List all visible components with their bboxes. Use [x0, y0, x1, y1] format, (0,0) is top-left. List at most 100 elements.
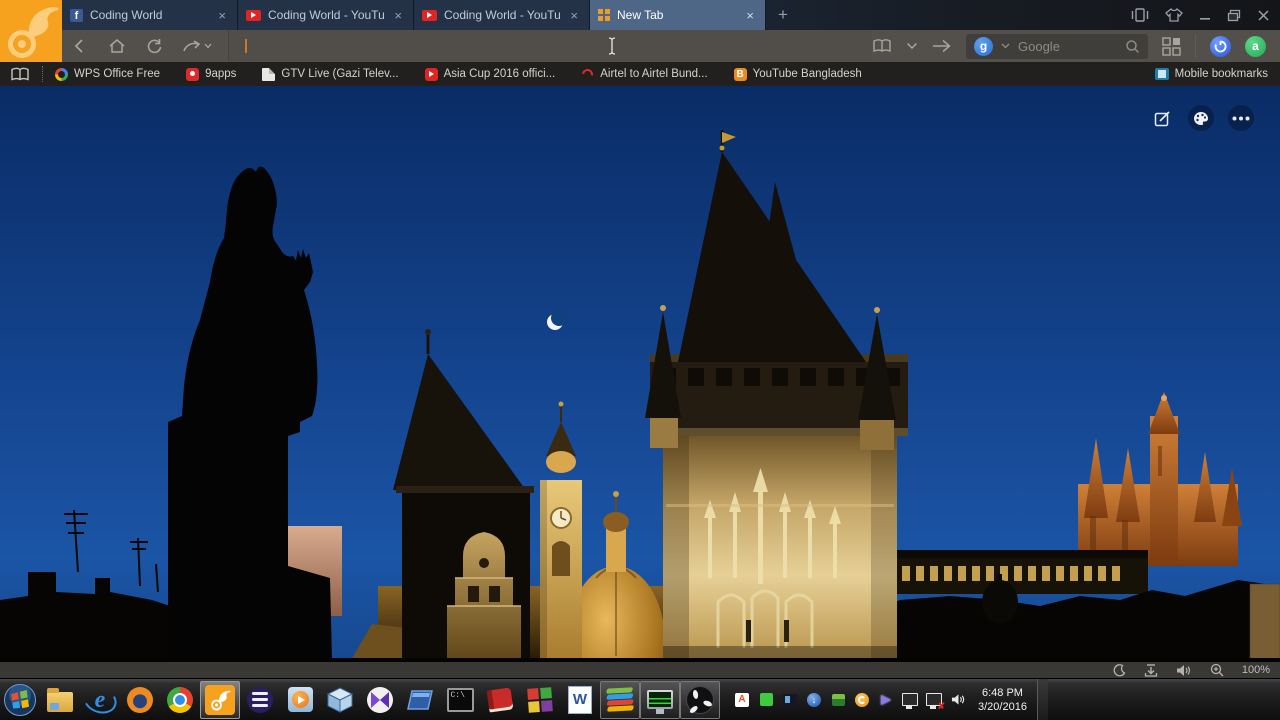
zoom-in-icon[interactable] — [1210, 663, 1224, 677]
theme-button[interactable] — [1188, 105, 1214, 131]
tab-title: Coding World - YouTu — [268, 8, 384, 22]
boss-key-icon[interactable] — [1131, 8, 1149, 22]
skin-tshirt-icon[interactable] — [1165, 8, 1183, 22]
taskbar-uc-browser-active[interactable] — [200, 681, 240, 719]
toolbar-right-cluster: g Google a — [872, 34, 1280, 59]
bookmark-airtel[interactable]: Airtel to Airtel Bund... — [581, 68, 707, 81]
forward-redo-icon[interactable] — [183, 39, 201, 53]
minimize-icon[interactable] — [1199, 9, 1211, 21]
taskbar-screen-recorder-running[interactable] — [640, 681, 680, 719]
tray-bluestacks[interactable] — [830, 692, 846, 708]
show-desktop-button[interactable] — [1037, 679, 1048, 720]
taskbar-internet-explorer[interactable]: e — [80, 680, 120, 720]
taskbar-visual-studio[interactable] — [400, 680, 440, 720]
prague-night-wallpaper — [0, 86, 1280, 662]
tray-avro-keyboard[interactable]: A — [734, 692, 750, 708]
taskbar-clock[interactable]: 6:48 PM 3/20/2016 — [978, 686, 1027, 714]
download-icon[interactable] — [1144, 664, 1158, 677]
tab-coding-world-facebook[interactable]: f Coding World × — [62, 0, 238, 30]
bookmark-label: WPS Office Free — [74, 68, 160, 80]
sound-icon[interactable] — [1176, 664, 1192, 677]
start-button[interactable] — [0, 680, 40, 720]
uc-browser-logo-icon[interactable] — [0, 0, 62, 62]
taskbar-virtualbox[interactable] — [320, 680, 360, 720]
tab-coding-world-youtube-1[interactable]: Coding World - YouTu × — [238, 0, 414, 30]
go-arrow-icon[interactable] — [932, 39, 952, 53]
taskbar-eclipse[interactable] — [240, 680, 280, 720]
tab-title: Coding World - YouTu — [444, 8, 560, 22]
edit-wallpaper-button[interactable] — [1149, 105, 1175, 131]
uc-squirrel-glyph — [0, 0, 62, 62]
taskbar-firefox[interactable] — [120, 680, 160, 720]
uc-browser-window: f Coding World × Coding World - YouTu × … — [0, 0, 1280, 720]
search-engine-icon[interactable]: g — [974, 37, 993, 56]
bluestacks-icon — [606, 687, 633, 711]
bookmark-label: GTV Live (Gazi Telev... — [281, 68, 398, 80]
maximize-icon[interactable] — [1227, 9, 1241, 22]
bookmark-9apps[interactable]: 9apps — [186, 68, 236, 81]
night-mode-icon[interactable] — [1113, 664, 1126, 677]
tab-close-icon[interactable]: × — [215, 8, 229, 23]
refresh-icon[interactable] — [146, 38, 163, 54]
reading-mode-book-icon[interactable] — [872, 38, 892, 54]
bookmark-asia-cup[interactable]: Asia Cup 2016 offici... — [425, 68, 556, 81]
tray-volume[interactable] — [950, 692, 966, 708]
tab-title: Coding World — [90, 8, 208, 22]
more-options-button[interactable] — [1228, 105, 1254, 131]
cloud-boost-icon[interactable] — [1210, 36, 1231, 57]
bookmarks-dotted-divider — [42, 66, 43, 82]
bookmark-youtube-bangladesh[interactable]: B YouTube Bangladesh — [734, 68, 862, 81]
volume-icon — [951, 693, 966, 706]
new-tab-button[interactable]: + — [766, 0, 800, 30]
tray-idm[interactable]: ↓ — [806, 692, 822, 708]
mobile-bookmarks-button[interactable]: Mobile bookmarks — [1155, 68, 1268, 80]
tab-close-icon[interactable]: × — [391, 8, 405, 23]
zoom-level[interactable]: 100% — [1242, 664, 1270, 676]
tab-coding-world-youtube-2[interactable]: Coding World - YouTu × — [414, 0, 590, 30]
taskbar-kmplayer[interactable] — [360, 680, 400, 720]
bookmarks-book-icon[interactable] — [10, 67, 30, 82]
office-squares-icon — [527, 687, 553, 713]
tray-network-error[interactable]: ✘ — [926, 692, 942, 708]
obs-studio-icon — [686, 686, 714, 714]
search-icon[interactable] — [1125, 39, 1140, 54]
taskbar-explorer[interactable] — [40, 680, 80, 720]
tray-uc[interactable] — [854, 692, 870, 708]
error-x-icon: ✘ — [937, 702, 945, 711]
taskbar-dictionary[interactable] — [480, 680, 520, 720]
nav-buttons — [72, 38, 212, 54]
address-bar-input[interactable] — [229, 30, 872, 62]
address-dropdown-chevron-icon[interactable] — [906, 42, 918, 50]
tray-network[interactable] — [902, 692, 918, 708]
back-icon[interactable] — [72, 38, 88, 54]
word-icon: W — [568, 686, 592, 714]
close-icon[interactable] — [1257, 9, 1270, 22]
search-engine-chevron-icon[interactable] — [1001, 43, 1010, 49]
taskbar-media-player[interactable] — [280, 680, 320, 720]
adblock-icon[interactable]: a — [1245, 36, 1266, 57]
taskbar-command-prompt[interactable]: C:\ — [440, 680, 480, 720]
tab-close-icon[interactable]: × — [743, 8, 757, 23]
bookmark-wps-office[interactable]: WPS Office Free — [55, 68, 160, 81]
taskbar-obs-running[interactable] — [680, 681, 720, 719]
speed-dial-grid-icon[interactable] — [1162, 37, 1181, 56]
tray-media-app[interactable] — [782, 692, 798, 708]
taskbar-bluestacks-running[interactable] — [600, 681, 640, 719]
taskbar-chrome[interactable] — [160, 680, 200, 720]
virtualbox-cube-icon — [326, 686, 354, 714]
window-controls — [1131, 0, 1270, 30]
forward-dropdown-chevron-icon[interactable] — [204, 43, 212, 49]
search-box[interactable]: g Google — [966, 34, 1148, 59]
bookmark-gtv-live[interactable]: GTV Live (Gazi Telev... — [262, 68, 398, 81]
home-icon[interactable] — [108, 38, 126, 54]
bookmark-label: YouTube Bangladesh — [753, 68, 862, 80]
bookmark-label: Airtel to Airtel Bund... — [600, 68, 707, 80]
tab-new-tab-active[interactable]: New Tab × — [590, 0, 766, 30]
tab-close-icon[interactable]: × — [567, 8, 581, 23]
address-caret — [245, 39, 247, 53]
taskbar-office[interactable] — [520, 680, 560, 720]
taskbar-word[interactable]: W — [560, 680, 600, 720]
mobile-device-icon — [1155, 68, 1169, 80]
tray-green-app[interactable] — [758, 692, 774, 708]
tray-pointer[interactable] — [878, 692, 894, 708]
